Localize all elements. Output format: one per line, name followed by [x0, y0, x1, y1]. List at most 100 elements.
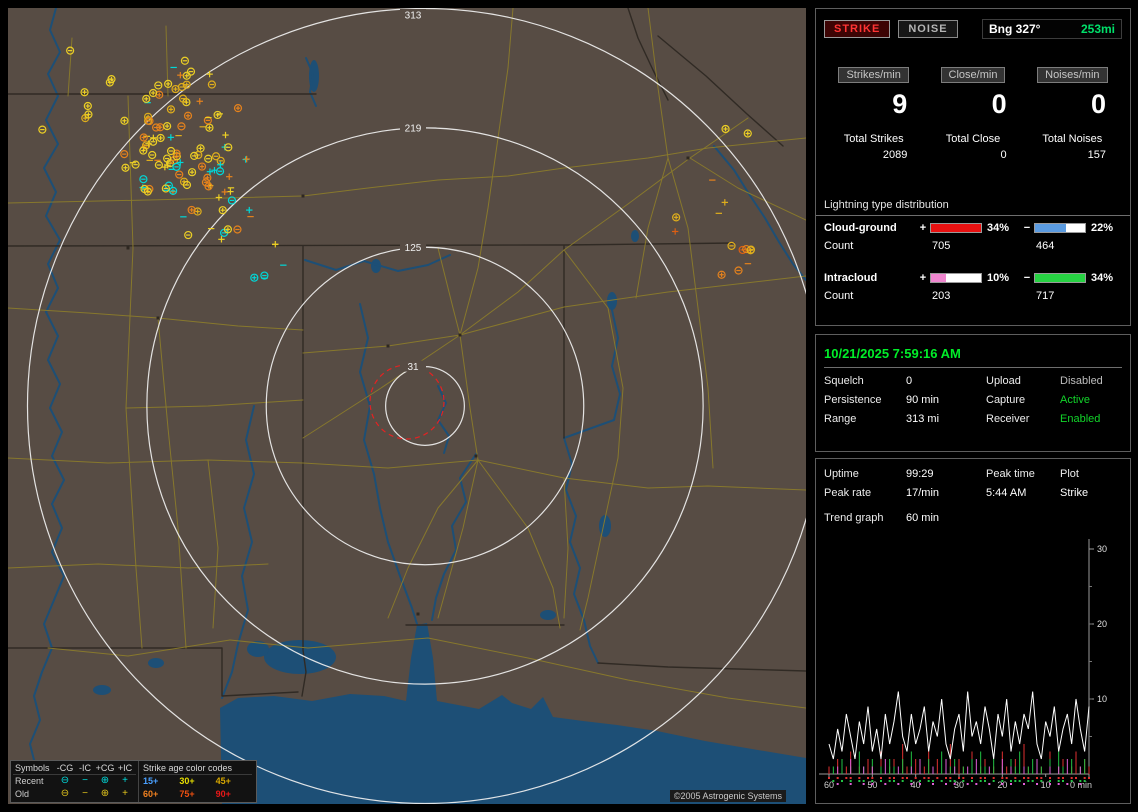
age-30: 30+	[179, 776, 195, 786]
cg-minus-sign: −	[1023, 222, 1031, 234]
cg-count-label: Count	[824, 240, 854, 252]
app-window: 313 219 125 31 Symbols -CG -IC +CG +IC Rece…	[0, 0, 1138, 812]
legend-symbols-block: Symbols -CG -IC +CG +IC Recent ⊖ − ⊕ + O…	[11, 761, 139, 802]
pos-ic-recent-icon: +	[122, 775, 128, 786]
receiver-status: Enabled	[1060, 413, 1101, 425]
ic-plus-count: 203	[932, 290, 951, 302]
receiver-label: Receiver	[986, 413, 1030, 425]
peak-time-value: 5:44 AM	[986, 487, 1027, 499]
bearing-value: Bng 327°	[989, 22, 1041, 36]
strikes-per-min-value: 9	[892, 89, 908, 119]
peak-rate-value: 17/min	[906, 487, 940, 499]
strikes-per-min-label: Strikes/min	[838, 67, 909, 83]
noises-per-min-value: 0	[1090, 89, 1106, 119]
svg-text:10: 10	[1097, 694, 1107, 704]
legend-col-neg-cg: -CG	[56, 763, 74, 773]
age-75: 75+	[179, 789, 195, 799]
age-60: 60+	[143, 789, 159, 799]
legend-col-pos-cg: +CG	[95, 763, 115, 773]
intracloud-label: Intracloud	[824, 272, 878, 284]
neg-cg-recent-icon: ⊖	[60, 775, 70, 786]
ic-count-label: Count	[824, 290, 854, 302]
trend-panel: Uptime 99:29 Peak time Plot Peak rate 17…	[815, 458, 1131, 804]
cg-minus-count: 464	[1036, 240, 1055, 252]
trend-graph: 1020306050403020100 min	[819, 539, 1107, 790]
total-noises-value: 157	[1087, 149, 1106, 161]
plot-label: Plot	[1060, 468, 1079, 480]
noise-indicator[interactable]: NOISE	[898, 20, 958, 38]
svg-text:30: 30	[1097, 544, 1107, 554]
cg-plus-sign: +	[919, 222, 927, 234]
trend-graph-label: Trend graph	[824, 512, 884, 524]
pos-cg-recent-icon: ⊕	[100, 775, 110, 786]
cg-plus-pct: 34%	[987, 222, 1010, 234]
legend-row-old: Old	[15, 789, 30, 799]
legend-age-header: Strike age color codes	[143, 762, 252, 775]
squelch-label: Squelch	[824, 375, 864, 387]
datetime-display: 10/21/2025 7:59:16 AM	[824, 346, 961, 361]
svg-text:20: 20	[1097, 619, 1107, 629]
close-per-min-label: Close/min	[940, 67, 1006, 83]
range-value: 313 mi	[906, 413, 940, 425]
ic-minus-count: 717	[1036, 290, 1055, 302]
svg-text:313: 313	[405, 11, 422, 22]
bearing-display: Bng 327° 253mi	[982, 19, 1122, 39]
total-strikes-label: Total Strikes	[843, 133, 904, 145]
ic-minus-sign: −	[1023, 272, 1031, 284]
legend-row-recent: Recent	[15, 776, 44, 786]
capture-label: Capture	[986, 394, 1026, 406]
legend-col-pos-ic: +IC	[117, 763, 133, 773]
uptime-value: 99:29	[906, 468, 934, 480]
age-90: 90+	[215, 789, 231, 799]
map-canvas[interactable]: 313 219 125 31	[8, 8, 806, 804]
neg-cg-old-icon: ⊖	[60, 788, 70, 799]
age-15: 15+	[143, 776, 159, 786]
ic-plus-pct: 10%	[987, 272, 1010, 284]
upload-label: Upload	[986, 375, 1021, 387]
ic-plus-sign: +	[919, 272, 927, 284]
uptime-label: Uptime	[824, 468, 859, 480]
age-45: 45+	[215, 776, 231, 786]
close-per-min-value: 0	[991, 89, 1007, 119]
cg-plus-count: 705	[932, 240, 951, 252]
legend-symbols-header: Symbols	[15, 763, 50, 773]
status-panel: 10/21/2025 7:59:16 AM Squelch 0 Upload D…	[815, 334, 1131, 452]
total-strikes-value: 2089	[882, 149, 908, 161]
plot-value: Strike	[1060, 487, 1089, 499]
peak-time-label: Peak time	[986, 468, 1035, 480]
pos-cg-old-icon: ⊕	[100, 788, 110, 799]
copyright-label: ©2005 Astrogenic Systems	[669, 790, 786, 802]
svg-text:219: 219	[405, 123, 422, 134]
range-label: Range	[824, 413, 857, 425]
legend-col-neg-ic: -IC	[79, 763, 91, 773]
neg-ic-old-icon: −	[82, 788, 88, 799]
persistence-value: 90 min	[906, 394, 940, 406]
cg-plus-bar	[930, 223, 982, 233]
distribution-title: Lightning type distribution	[816, 199, 1130, 216]
peak-rate-label: Peak rate	[824, 487, 872, 499]
pos-ic-old-icon: +	[122, 788, 128, 799]
total-noises-label: Total Noises	[1042, 133, 1103, 145]
cloud-ground-label: Cloud-ground	[824, 222, 897, 234]
total-close-label: Total Close	[945, 133, 1001, 145]
ic-plus-bar	[930, 273, 982, 283]
bearing-distance: 253mi	[1080, 22, 1115, 36]
cg-minus-bar	[1034, 223, 1086, 233]
ic-minus-pct: 34%	[1091, 272, 1114, 284]
squelch-value: 0	[906, 375, 913, 387]
neg-ic-recent-icon: −	[82, 775, 88, 786]
svg-text:125: 125	[405, 243, 422, 254]
cg-minus-pct: 22%	[1091, 222, 1114, 234]
lightning-map[interactable]: 313 219 125 31 Symbols -CG -IC +CG +IC Rece…	[8, 8, 806, 804]
svg-text:31: 31	[407, 362, 419, 373]
upload-status: Disabled	[1060, 375, 1103, 387]
legend-age-block: Strike age color codes 15+ 30+ 45+ 60+ 7…	[139, 761, 256, 802]
ic-minus-bar	[1034, 273, 1086, 283]
strike-indicator[interactable]: STRIKE	[824, 20, 891, 38]
capture-status: Active	[1060, 394, 1090, 406]
trend-window-value: 60 min	[906, 512, 940, 524]
map-legend: Symbols -CG -IC +CG +IC Recent ⊖ − ⊕ + O…	[10, 760, 257, 803]
noises-per-min-label: Noises/min	[1037, 67, 1108, 83]
total-close-value: 0	[1000, 149, 1007, 161]
persistence-label: Persistence	[824, 394, 882, 406]
